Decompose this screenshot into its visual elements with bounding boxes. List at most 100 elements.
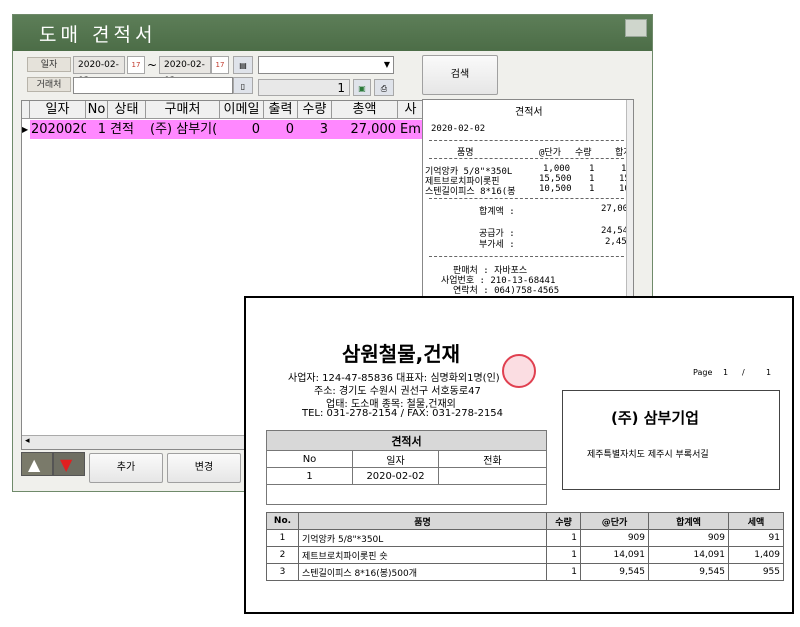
item-amount: 14,091 [648,546,729,564]
calendar-to-icon[interactable]: 17 [211,56,229,74]
cell-status[interactable]: 견적 [108,120,146,139]
calendar-from-icon[interactable]: 17 [127,56,145,74]
preview-contact: 연락처 : 064)758-4565 [453,286,560,296]
est-value-date: 2020-02-02 [352,467,439,485]
receipt-preview: 견적서 2020-02-02 품명 @단가 수량 합계 기억앙카 5/8"*35… [422,99,634,299]
item-header-price: @단가 [580,512,649,530]
partner-label: 거래처 [27,77,71,92]
divider [429,158,629,159]
item-price: 9,545 [580,563,649,581]
divider [429,198,629,199]
window-title: 도매 견적서 [39,24,157,46]
document-icon[interactable]: ▯ [233,77,253,94]
table-row: 2 제트브로치파이롯핀 숏 1 14,091 14,091 1,409 [266,546,784,564]
est-blank-row [266,484,547,505]
edit-button[interactable]: 변경 [167,453,241,483]
item-price: 909 [580,529,649,547]
item-header-name: 품명 [298,512,547,530]
print-icon[interactable]: ⎙ [374,79,394,96]
company-seal-stamp [502,354,536,388]
cell-email[interactable]: 0 [220,120,264,139]
cell-extra[interactable]: Emp [398,120,424,139]
export-icon[interactable]: ▣ [353,79,371,96]
cell-qty[interactable]: 3 [298,120,332,139]
cell-no[interactable]: 1 [86,120,108,139]
item-amount: 9,545 [648,563,729,581]
title-bar: 도매 견적서 [13,15,652,51]
date-from-input[interactable]: 2020-02-02 [73,56,125,86]
page-number-field[interactable]: 1 [258,79,350,96]
company-name: 삼원철물,건재 [342,342,460,366]
preview-supply-value: 24,54 [601,226,629,236]
item-header-tax: 세액 [728,512,784,530]
item-name: 스텐길이피스 8*16(봉)500개 [298,563,547,581]
preview-line-price: 1,000 [543,164,571,174]
table-row: 1 기억앙카 5/8"*350L 1 909 909 91 [266,529,784,547]
divider [429,140,629,141]
chevron-down-icon: ▼ [383,60,390,69]
item-price: 14,091 [580,546,649,564]
item-no: 3 [266,563,299,581]
preview-date: 2020-02-02 [431,124,486,134]
col-header-qty[interactable]: 수량 [298,101,332,119]
col-header-no[interactable]: No [86,101,108,119]
item-name: 제트브로치파이롯핀 숏 [298,546,547,564]
move-down-button[interactable]: ▼ [53,452,85,476]
move-up-button[interactable]: ▲ [21,452,53,476]
scroll-left-icon[interactable]: ◂ [25,436,30,446]
est-value-phone [438,467,547,485]
search-button[interactable]: 검색 [422,55,498,95]
customer-name: (주) 삼부기업 [611,409,699,427]
company-contact: TEL: 031-278-2154 / FAX: 031-278-2154 [302,408,504,419]
est-header-phone: 전화 [438,450,547,468]
arrow-down-icon: ▼ [60,455,73,474]
filter-select[interactable]: ▼ [258,56,394,74]
arrow-up-icon: ▲ [28,455,41,474]
preview-sum-value: 27,00 [601,204,629,214]
vertical-scrollbar[interactable] [626,100,633,298]
item-no: 2 [266,546,299,564]
estimate-title: 견적서 [266,430,547,451]
preview-line-price: 15,500 [539,174,572,184]
estimate-document: 삼원철물,건재 사업자: 124-47-85836 대표자: 심명화외1명(인)… [244,296,794,614]
window-control-button[interactable] [625,19,647,37]
customer-address: 제주특별자치도 제주시 부록서길 [587,450,709,460]
preview-line-qty: 1 [589,164,595,174]
col-header-extra[interactable]: 사 [398,101,424,119]
preview-vat-value: 2,45 [605,237,627,247]
preview-heading: 견적서 [515,107,543,118]
item-header-no: No. [266,512,299,530]
col-header-buyer[interactable]: 구매처 [146,101,220,119]
preview-line-qty: 1 [589,174,595,184]
page-label: Page [693,368,713,377]
date-label: 일자 [27,57,71,72]
item-tax: 91 [728,529,784,547]
add-button[interactable]: 추가 [89,453,163,483]
divider [429,256,629,257]
col-header-date[interactable]: 일자 [30,101,86,119]
cell-buyer[interactable]: (주) 삼부기( [146,120,220,139]
col-header-status[interactable]: 상태 [108,101,146,119]
cell-date[interactable]: 2020020 [30,120,86,139]
date-to-input[interactable]: 2020-02-02 [159,56,211,86]
partner-input[interactable] [73,77,233,94]
partner-lookup-icon[interactable]: ▤ [233,56,253,74]
page-number: 1 [723,368,729,377]
col-header-email[interactable]: 이메일 [220,101,264,119]
col-header-printed[interactable]: 출력 [264,101,298,119]
item-tax: 1,409 [728,546,784,564]
est-value-no: 1 [266,467,353,485]
col-header-total[interactable]: 총액 [332,101,398,119]
est-header-no: No [266,450,353,468]
cell-total[interactable]: 27,000 [332,120,398,139]
page-separator: / [742,368,745,377]
cell-printed[interactable]: 0 [264,120,298,139]
item-header-qty: 수량 [546,512,581,530]
customer-box: (주) 삼부기업 제주특별자치도 제주시 부록서길 [562,390,780,490]
table-row: 3 스텐길이피스 8*16(봉)500개 1 9,545 9,545 955 [266,563,784,581]
item-tax: 955 [728,563,784,581]
preview-vat-label: 부가세 : [479,240,515,250]
estimate-info-table: 견적서 No 일자 전화 1 2020-02-02 [266,430,547,505]
preview-sum-label: 합계액 : [479,207,515,217]
preview-col-qty: 수량 [575,148,592,158]
